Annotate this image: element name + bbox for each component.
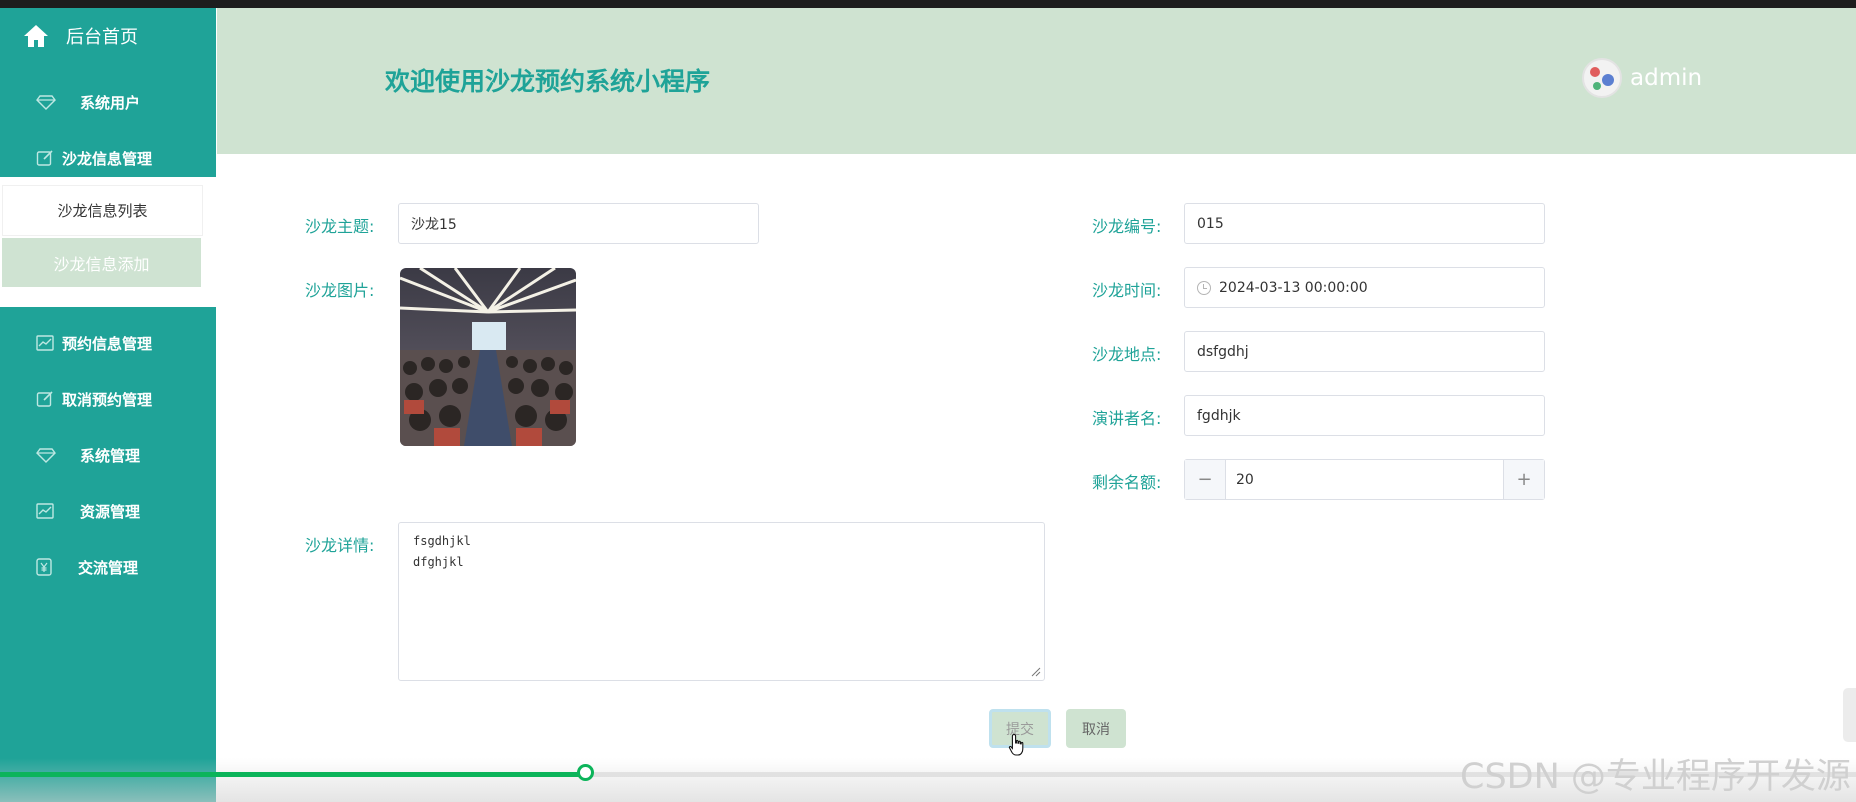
time-value: 2024-03-13 00:00:00 <box>1219 279 1368 296</box>
submenu-item-salon-list[interactable]: 沙龙信息列表 <box>2 185 203 236</box>
sidebar-item-booking-info[interactable]: 预约信息管理 <box>0 317 216 369</box>
hand-cursor-icon <box>1008 733 1024 756</box>
yen-icon <box>36 558 52 576</box>
increment-button[interactable]: + <box>1503 460 1544 499</box>
sidebar-item-system-management[interactable]: 系统管理 <box>0 429 216 481</box>
header: 欢迎使用沙龙预约系统小程序 admin <box>217 8 1856 154</box>
cancel-button[interactable]: 取消 <box>1066 709 1126 748</box>
salon-photo-image <box>400 268 576 446</box>
video-progress-fill <box>0 772 585 777</box>
quota-value: 20 <box>1236 471 1254 488</box>
submenu-item-salon-add[interactable]: 沙龙信息添加 <box>2 238 201 287</box>
sidebar-item-cancel-booking[interactable]: 取消预约管理 <box>0 373 216 425</box>
time-picker[interactable]: 2024-03-13 00:00:00 <box>1184 267 1545 308</box>
video-progress-knob[interactable] <box>577 764 594 781</box>
sidebar-item-system-users[interactable]: 系统用户 <box>0 76 216 128</box>
quota-label: 剩余名额: <box>1092 473 1162 492</box>
sidebar-item-label: 系统管理 <box>80 446 141 465</box>
sidebar-item-label: 预约信息管理 <box>62 334 153 353</box>
diamond-icon <box>36 448 56 463</box>
sidebar-item-exchange-management[interactable]: 交流管理 <box>0 541 216 593</box>
watermark: CSDN @专业程序开发源 <box>1460 757 1851 797</box>
sidebar: 后台首页 系统用户 沙龙信息管理 沙龙信息列表 沙龙信息添加 预约信息管理 取消… <box>0 8 216 802</box>
sidebar-item-label: 取消预约管理 <box>62 390 153 409</box>
speaker-input[interactable]: fgdhjk <box>1184 395 1545 436</box>
image-label: 沙龙图片: <box>305 281 375 300</box>
speaker-value: fgdhjk <box>1197 407 1241 424</box>
detail-label: 沙龙详情: <box>305 536 375 555</box>
username: admin <box>1630 65 1703 91</box>
avatar <box>1582 58 1622 98</box>
location-label: 沙龙地点: <box>1092 345 1162 364</box>
location-value: dsfgdhj <box>1197 343 1249 360</box>
quota-stepper: − 20 + <box>1184 459 1545 500</box>
speaker-label: 演讲者名: <box>1092 409 1162 428</box>
sidebar-item-label: 沙龙信息管理 <box>62 149 153 168</box>
side-handle[interactable] <box>1843 688 1856 742</box>
sidebar-item-label: 系统用户 <box>80 93 141 112</box>
sidebar-item-label: 交流管理 <box>78 558 139 577</box>
number-input[interactable]: 015 <box>1184 203 1545 244</box>
submenu-salon-info: 沙龙信息列表 沙龙信息添加 <box>0 177 216 307</box>
decrement-button[interactable]: − <box>1185 460 1226 499</box>
edit-icon <box>36 391 53 407</box>
salon-photo[interactable] <box>400 268 576 446</box>
detail-textarea[interactable]: fsgdhjkl dfghjkl <box>398 522 1045 681</box>
user-menu[interactable]: admin <box>1582 58 1702 98</box>
location-input[interactable]: dsfgdhj <box>1184 331 1545 372</box>
quota-input[interactable]: 20 <box>1226 460 1503 499</box>
sidebar-home[interactable]: 后台首页 <box>0 8 216 64</box>
page-title: 欢迎使用沙龙预约系统小程序 <box>385 67 711 96</box>
number-label: 沙龙编号: <box>1092 217 1162 236</box>
chart-icon <box>36 503 54 519</box>
time-label: 沙龙时间: <box>1092 281 1162 300</box>
chart-icon <box>36 335 54 351</box>
theme-label: 沙龙主题: <box>305 217 375 236</box>
sidebar-item-resource-management[interactable]: 资源管理 <box>0 485 216 537</box>
theme-input[interactable]: 沙龙15 <box>398 203 759 244</box>
window-top-strip <box>0 0 1856 8</box>
sidebar-home-label: 后台首页 <box>66 27 138 48</box>
home-icon <box>24 25 48 47</box>
diamond-icon <box>36 95 56 110</box>
clock-icon <box>1197 280 1211 295</box>
number-value: 015 <box>1197 215 1224 232</box>
resize-grip-icon[interactable] <box>1031 667 1041 677</box>
sidebar-item-label: 资源管理 <box>80 502 141 521</box>
theme-value: 沙龙15 <box>411 216 457 233</box>
edit-icon <box>36 150 53 166</box>
